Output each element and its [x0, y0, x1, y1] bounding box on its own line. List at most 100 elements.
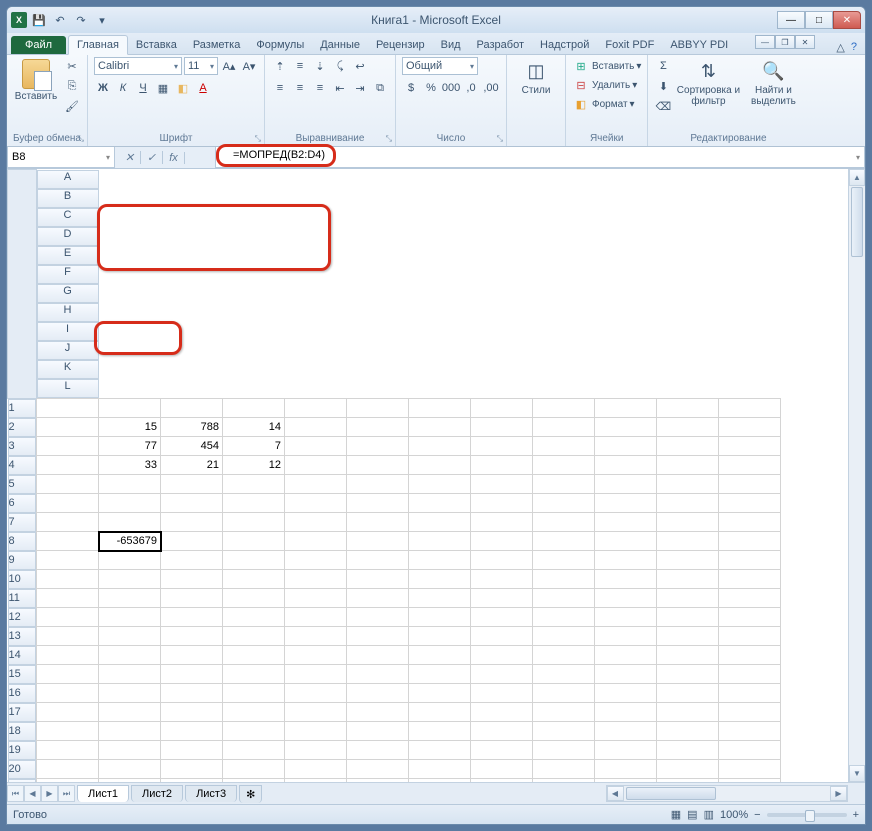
- row-header-9[interactable]: 9: [8, 551, 36, 570]
- cell-A14[interactable]: [36, 646, 99, 665]
- cell-A10[interactable]: [36, 570, 99, 589]
- cell-K7[interactable]: [657, 513, 719, 532]
- cell-G21[interactable]: [409, 779, 471, 783]
- cell-G12[interactable]: [409, 608, 471, 627]
- cell-J18[interactable]: [595, 722, 657, 741]
- row-header-5[interactable]: 5: [8, 475, 36, 494]
- cell-D4[interactable]: 12: [223, 456, 285, 475]
- first-sheet-icon[interactable]: ⏮: [7, 785, 24, 802]
- col-header-G[interactable]: G: [37, 284, 99, 303]
- col-header-F[interactable]: F: [37, 265, 99, 284]
- cell-J19[interactable]: [595, 741, 657, 760]
- increase-decimal-icon[interactable]: ,0: [462, 79, 480, 97]
- cell-I19[interactable]: [533, 741, 595, 760]
- cell-A18[interactable]: [36, 722, 99, 741]
- cell-E8[interactable]: [285, 532, 347, 551]
- cell-J21[interactable]: [595, 779, 657, 783]
- cell-J12[interactable]: [595, 608, 657, 627]
- cell-D21[interactable]: [223, 779, 285, 783]
- cell-B3[interactable]: 77: [99, 437, 161, 456]
- cell-F21[interactable]: [347, 779, 409, 783]
- row-header-12[interactable]: 12: [8, 608, 36, 627]
- cell-C8[interactable]: [161, 532, 223, 551]
- increase-font-icon[interactable]: A▴: [220, 57, 238, 75]
- cell-E1[interactable]: [285, 398, 347, 418]
- cell-E17[interactable]: [285, 703, 347, 722]
- cell-K1[interactable]: [657, 398, 719, 418]
- italic-button[interactable]: К: [114, 79, 132, 97]
- cell-I6[interactable]: [533, 494, 595, 513]
- cell-I15[interactable]: [533, 665, 595, 684]
- font-size-combo[interactable]: 11▾: [184, 57, 218, 75]
- cell-I5[interactable]: [533, 475, 595, 494]
- font-color-button[interactable]: A: [194, 79, 212, 97]
- vertical-scrollbar[interactable]: ▲ ▼: [848, 169, 865, 782]
- cell-L12[interactable]: [719, 608, 781, 627]
- cell-F4[interactable]: [347, 456, 409, 475]
- cell-E11[interactable]: [285, 589, 347, 608]
- cell-H8[interactable]: [471, 532, 533, 551]
- tab-insert[interactable]: Вставка: [128, 36, 185, 54]
- cell-A11[interactable]: [36, 589, 99, 608]
- app-icon[interactable]: X: [11, 12, 27, 28]
- cell-D19[interactable]: [223, 741, 285, 760]
- cell-J4[interactable]: [595, 456, 657, 475]
- cell-B1[interactable]: [99, 398, 161, 418]
- tab-developer[interactable]: Разработ: [469, 36, 532, 54]
- align-middle-icon[interactable]: ≡: [291, 57, 309, 75]
- row-header-15[interactable]: 15: [8, 665, 36, 684]
- cell-C13[interactable]: [161, 627, 223, 646]
- cell-E5[interactable]: [285, 475, 347, 494]
- cell-L14[interactable]: [719, 646, 781, 665]
- cell-F17[interactable]: [347, 703, 409, 722]
- cell-D2[interactable]: 14: [223, 418, 285, 437]
- cell-G11[interactable]: [409, 589, 471, 608]
- formula-bar[interactable]: =МОПРЕД(B2:D4) =МОПРЕД(B2:D4) ▾: [215, 147, 865, 168]
- cell-C19[interactable]: [161, 741, 223, 760]
- cell-B8[interactable]: -653679: [99, 532, 161, 551]
- cell-F11[interactable]: [347, 589, 409, 608]
- cell-E19[interactable]: [285, 741, 347, 760]
- cell-F10[interactable]: [347, 570, 409, 589]
- cell-G3[interactable]: [409, 437, 471, 456]
- col-header-I[interactable]: I: [37, 322, 99, 341]
- delete-cells-button[interactable]: ⊟Удалить ▾: [572, 76, 637, 94]
- cell-L16[interactable]: [719, 684, 781, 703]
- cell-H7[interactable]: [471, 513, 533, 532]
- cell-D8[interactable]: [223, 532, 285, 551]
- cell-I9[interactable]: [533, 551, 595, 570]
- cell-I17[interactable]: [533, 703, 595, 722]
- borders-button[interactable]: ▦: [154, 79, 172, 97]
- wrap-text-icon[interactable]: ↩: [351, 57, 369, 75]
- cell-L2[interactable]: [719, 418, 781, 437]
- close-button[interactable]: ✕: [833, 11, 861, 29]
- cell-I12[interactable]: [533, 608, 595, 627]
- cell-I11[interactable]: [533, 589, 595, 608]
- cell-A2[interactable]: [36, 418, 99, 437]
- cell-H12[interactable]: [471, 608, 533, 627]
- tab-home[interactable]: Главная: [68, 35, 128, 55]
- tab-foxit[interactable]: Foxit PDF: [597, 36, 662, 54]
- number-dialog-icon[interactable]: ⤡: [497, 134, 503, 144]
- cell-H16[interactable]: [471, 684, 533, 703]
- cell-A19[interactable]: [36, 741, 99, 760]
- cell-J5[interactable]: [595, 475, 657, 494]
- cell-C18[interactable]: [161, 722, 223, 741]
- cell-H13[interactable]: [471, 627, 533, 646]
- cell-A13[interactable]: [36, 627, 99, 646]
- cell-C6[interactable]: [161, 494, 223, 513]
- cell-H18[interactable]: [471, 722, 533, 741]
- cell-I2[interactable]: [533, 418, 595, 437]
- cell-A15[interactable]: [36, 665, 99, 684]
- minimize-button[interactable]: —: [777, 11, 805, 29]
- cell-F2[interactable]: [347, 418, 409, 437]
- clear-icon[interactable]: ⌫: [654, 97, 672, 115]
- cell-C20[interactable]: [161, 760, 223, 779]
- cell-C9[interactable]: [161, 551, 223, 570]
- cell-D18[interactable]: [223, 722, 285, 741]
- next-sheet-icon[interactable]: ▶: [41, 785, 58, 802]
- cell-C1[interactable]: [161, 398, 223, 418]
- tab-view[interactable]: Вид: [433, 36, 469, 54]
- cell-F20[interactable]: [347, 760, 409, 779]
- scroll-right-icon[interactable]: ▶: [830, 786, 847, 801]
